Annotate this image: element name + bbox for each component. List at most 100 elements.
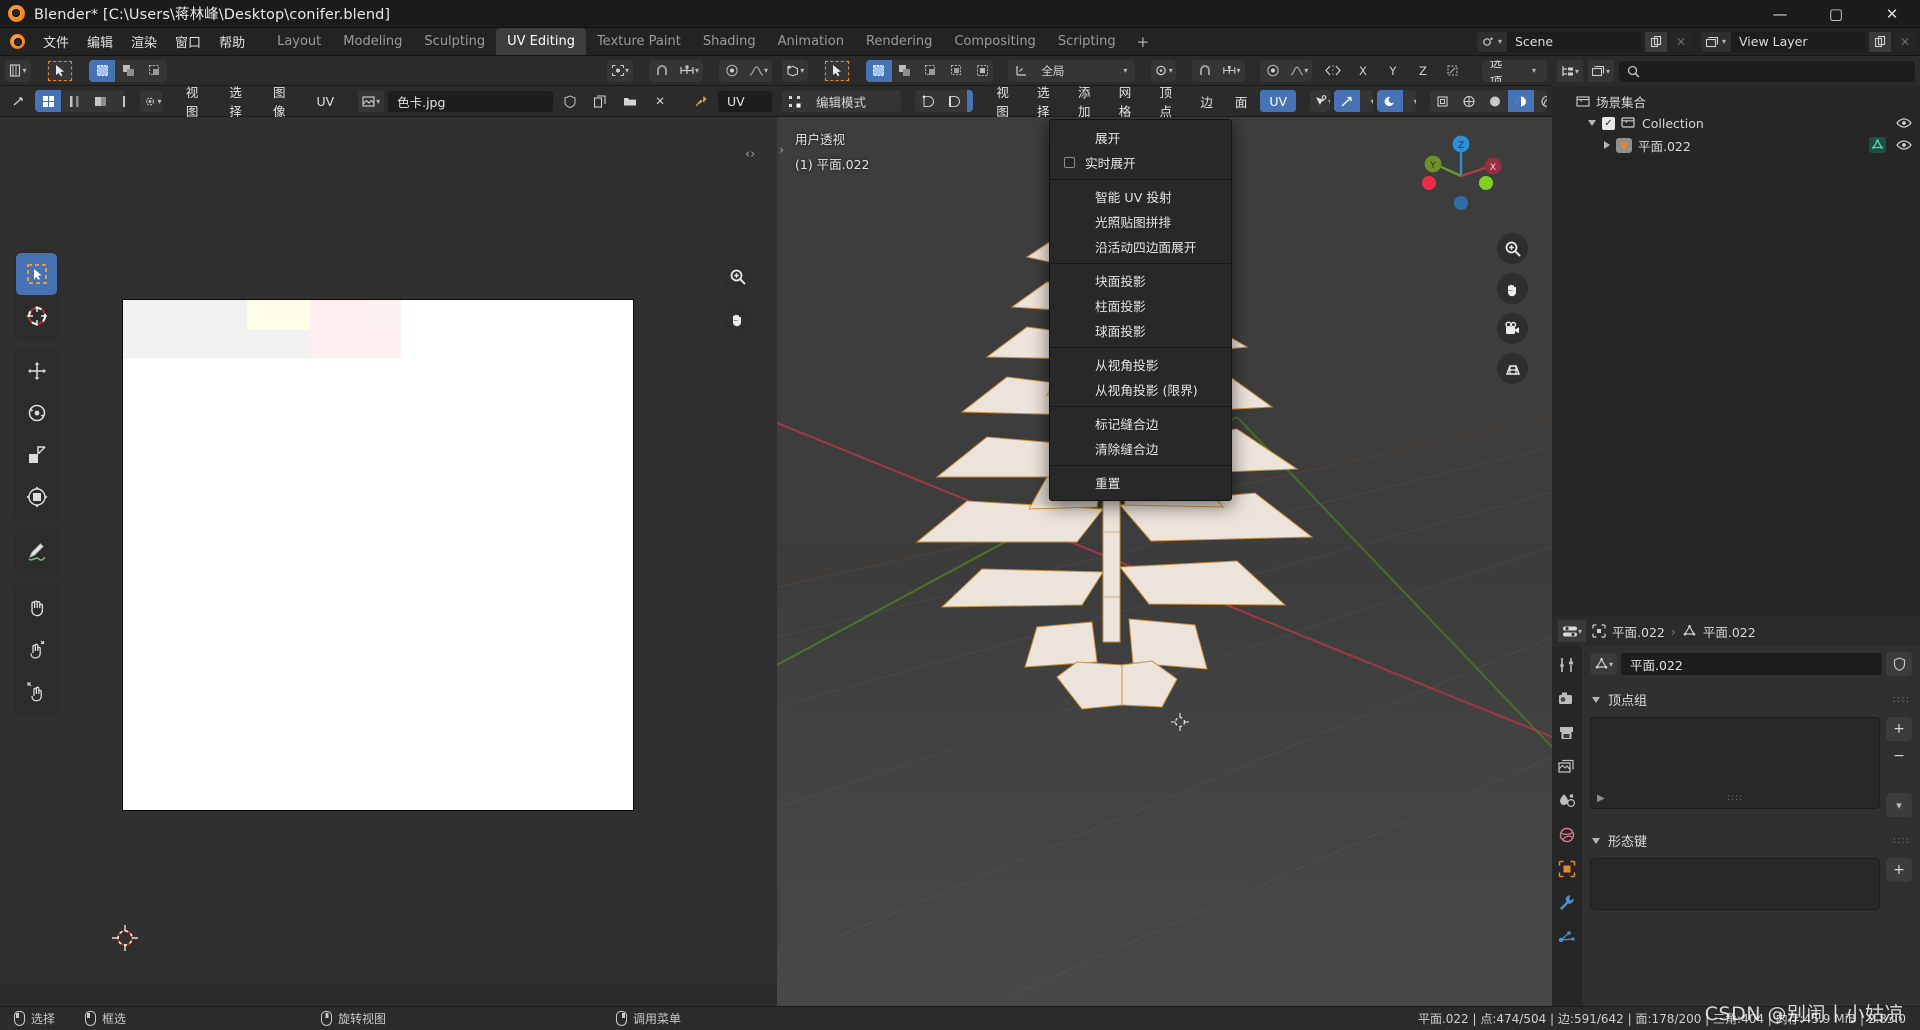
- uv-menu-item-sphere-projection[interactable]: 球面投影: [1050, 318, 1231, 343]
- uv-menu-item-clear-seam[interactable]: 清除缝合边: [1050, 436, 1231, 461]
- uv-tool-move[interactable]: [16, 350, 57, 392]
- menu-edit[interactable]: 编辑: [78, 28, 122, 55]
- xray-chevron[interactable]: ▾: [1402, 90, 1416, 112]
- falloff-curve-icon[interactable]: ▾: [744, 59, 772, 82]
- uv-dropdown-menu[interactable]: 展开 实时展开 智能 UV 投射 光照贴图拼排 沿活动四边面展开 块面投影 柱面…: [1049, 119, 1232, 501]
- uv-menu-item-cylinder-projection[interactable]: 柱面投影: [1050, 293, 1231, 318]
- transform-orientation-selector[interactable]: 全局 ▾: [1008, 59, 1135, 82]
- shading-wireframe-button[interactable]: [1429, 90, 1456, 112]
- uv-face-select-button[interactable]: [87, 90, 113, 112]
- uv-menu-item-smart-uv-project[interactable]: 智能 UV 投射: [1050, 184, 1231, 209]
- vp-snap-target-icon[interactable]: ▾: [1217, 59, 1245, 82]
- vp-select-subtract-button[interactable]: [917, 59, 944, 82]
- properties-tab-view-layer[interactable]: [1556, 756, 1578, 778]
- panel-grip-icon[interactable]: ::::: [1893, 835, 1910, 846]
- outliner-row-object[interactable]: 平面.022: [1552, 134, 1920, 156]
- tab-uv-editing[interactable]: UV Editing: [496, 28, 586, 55]
- outliner-display-mode-icon[interactable]: ▾: [1557, 60, 1584, 82]
- properties-tab-particles[interactable]: [1556, 926, 1578, 948]
- menu-file[interactable]: 文件: [34, 28, 78, 55]
- uv-tool-grab[interactable]: [16, 586, 57, 628]
- uv-menu-item-lightmap-pack[interactable]: 光照贴图拼排: [1050, 209, 1231, 234]
- vp-menu-face[interactable]: 面: [1226, 90, 1257, 112]
- orientation-icon[interactable]: [1008, 59, 1035, 82]
- select-new-button[interactable]: [89, 59, 115, 82]
- new-view-layer-button[interactable]: [1869, 31, 1891, 52]
- tab-scripting[interactable]: Scripting: [1047, 28, 1127, 55]
- uv-menu-item-reset[interactable]: 重置: [1050, 470, 1231, 495]
- shading-rendered-button[interactable]: [1507, 90, 1534, 112]
- tab-sculpting[interactable]: Sculpting: [413, 28, 496, 55]
- select-extend-button[interactable]: [115, 59, 141, 82]
- minimize-button[interactable]: —: [1752, 0, 1808, 27]
- vp-menu-add[interactable]: 添加: [1069, 85, 1106, 119]
- panel-header-shape-keys[interactable]: 形态键 ::::: [1590, 827, 1912, 854]
- unlink-scene-button[interactable]: ✕: [1670, 31, 1692, 52]
- tab-animation[interactable]: Animation: [767, 28, 855, 55]
- viewport-active-tool-icon[interactable]: [824, 59, 851, 82]
- remove-view-layer-button[interactable]: ✕: [1894, 31, 1916, 52]
- unlink-image-button[interactable]: ✕: [647, 90, 673, 112]
- properties-tab-tool[interactable]: [1556, 654, 1578, 676]
- overlays-chevron[interactable]: ▾: [1359, 90, 1373, 112]
- vp-select-extend-button[interactable]: [891, 59, 918, 82]
- vp-menu-view[interactable]: 视图: [987, 85, 1024, 119]
- viewport-editor-type-icon[interactable]: ▾: [782, 59, 809, 82]
- uv-menu-item-live-unwrap[interactable]: 实时展开: [1050, 150, 1231, 175]
- uv-vertex-select-button[interactable]: [35, 90, 61, 112]
- vp-menu-vertex[interactable]: 顶点: [1151, 85, 1188, 119]
- view-layer-selector[interactable]: ▾ View Layer: [1701, 31, 1866, 52]
- uv-menu-item-project-from-view[interactable]: 从视角投影: [1050, 352, 1231, 377]
- uv-menu-item-mark-seam[interactable]: 标记缝合边: [1050, 411, 1231, 436]
- vertex-groups-list[interactable]: ▶ ::::: [1590, 717, 1880, 809]
- uv-tool-scale[interactable]: [16, 434, 57, 476]
- interaction-mode-selector[interactable]: 编辑模式 ▾: [782, 90, 901, 112]
- uv-menu-select[interactable]: 选择: [220, 85, 260, 119]
- tab-layout[interactable]: Layout: [266, 28, 332, 55]
- outliner-row-scene-collection[interactable]: 场景集合: [1552, 90, 1920, 112]
- uv-menu-item-project-from-view-bounds[interactable]: 从视角投影 (限界): [1050, 377, 1231, 402]
- view-layer-browse-icon[interactable]: ▾: [1701, 31, 1731, 52]
- outliner-row-collection[interactable]: ✓ Collection: [1552, 112, 1920, 134]
- snap-magnet-icon[interactable]: [648, 59, 675, 82]
- viewport-pan-button[interactable]: [1497, 273, 1528, 304]
- 3d-viewport[interactable]: 用户透视 (1) 平面.022 › Z X Y 展开 实时展开 智能 UV 投射…: [777, 117, 1552, 1006]
- interaction-mode-value[interactable]: 编辑模式: [808, 90, 901, 112]
- properties-tab-scene[interactable]: [1556, 790, 1578, 812]
- pin-image-button[interactable]: [688, 90, 714, 112]
- uv-edge-select-button[interactable]: [61, 90, 87, 112]
- image-name-field[interactable]: 色卡.jpg: [388, 90, 554, 112]
- properties-editor-type-icon[interactable]: ▾: [1558, 620, 1587, 642]
- properties-tab-output[interactable]: [1556, 722, 1578, 744]
- uv-tool-relax[interactable]: [16, 628, 57, 670]
- uv-map-field[interactable]: UV: [718, 90, 772, 112]
- viewport-options-button[interactable]: 选项 ▾: [1481, 59, 1548, 82]
- edge-select-mode-button[interactable]: [940, 90, 967, 112]
- outliner-search-input[interactable]: [1619, 60, 1915, 82]
- list-expand-icon[interactable]: ▶: [1597, 793, 1605, 804]
- vp-proportional-icon[interactable]: [1260, 59, 1287, 82]
- vp-menu-mesh[interactable]: 网格: [1110, 85, 1147, 119]
- uv-editor-type-button[interactable]: ▾: [5, 59, 31, 82]
- breadcrumb-object-name[interactable]: 平面.022: [1612, 622, 1665, 641]
- properties-tab-world[interactable]: [1556, 824, 1578, 846]
- mesh-data-name-input[interactable]: 平面.022: [1621, 653, 1882, 675]
- pivot-point-icon[interactable]: ▾: [606, 59, 633, 82]
- viewport-zoom-button[interactable]: [1497, 233, 1528, 264]
- add-workspace-button[interactable]: +: [1127, 28, 1160, 55]
- shading-solid-button[interactable]: [1455, 90, 1482, 112]
- collection-checkbox[interactable]: ✓: [1602, 116, 1615, 130]
- uv-editor-type-icon[interactable]: ▾: [5, 59, 31, 82]
- menu-window[interactable]: 窗口: [166, 28, 210, 55]
- disclosure-triangle-icon[interactable]: [1604, 141, 1610, 149]
- remove-vertex-group-button[interactable]: −: [1886, 744, 1912, 768]
- viewport-ortho-button[interactable]: [1497, 353, 1528, 384]
- mirror-icon[interactable]: [1320, 60, 1346, 82]
- vp-select-new-button[interactable]: [865, 59, 892, 82]
- shading-preview-button[interactable]: [1533, 90, 1548, 112]
- snap-target-icon[interactable]: ▾: [674, 59, 703, 82]
- fake-user-button[interactable]: [557, 90, 583, 112]
- vp-pivot-icon[interactable]: ▾: [1150, 59, 1177, 82]
- mesh-data-icon[interactable]: [1869, 137, 1886, 153]
- scene-browse-icon[interactable]: ▾: [1477, 31, 1507, 52]
